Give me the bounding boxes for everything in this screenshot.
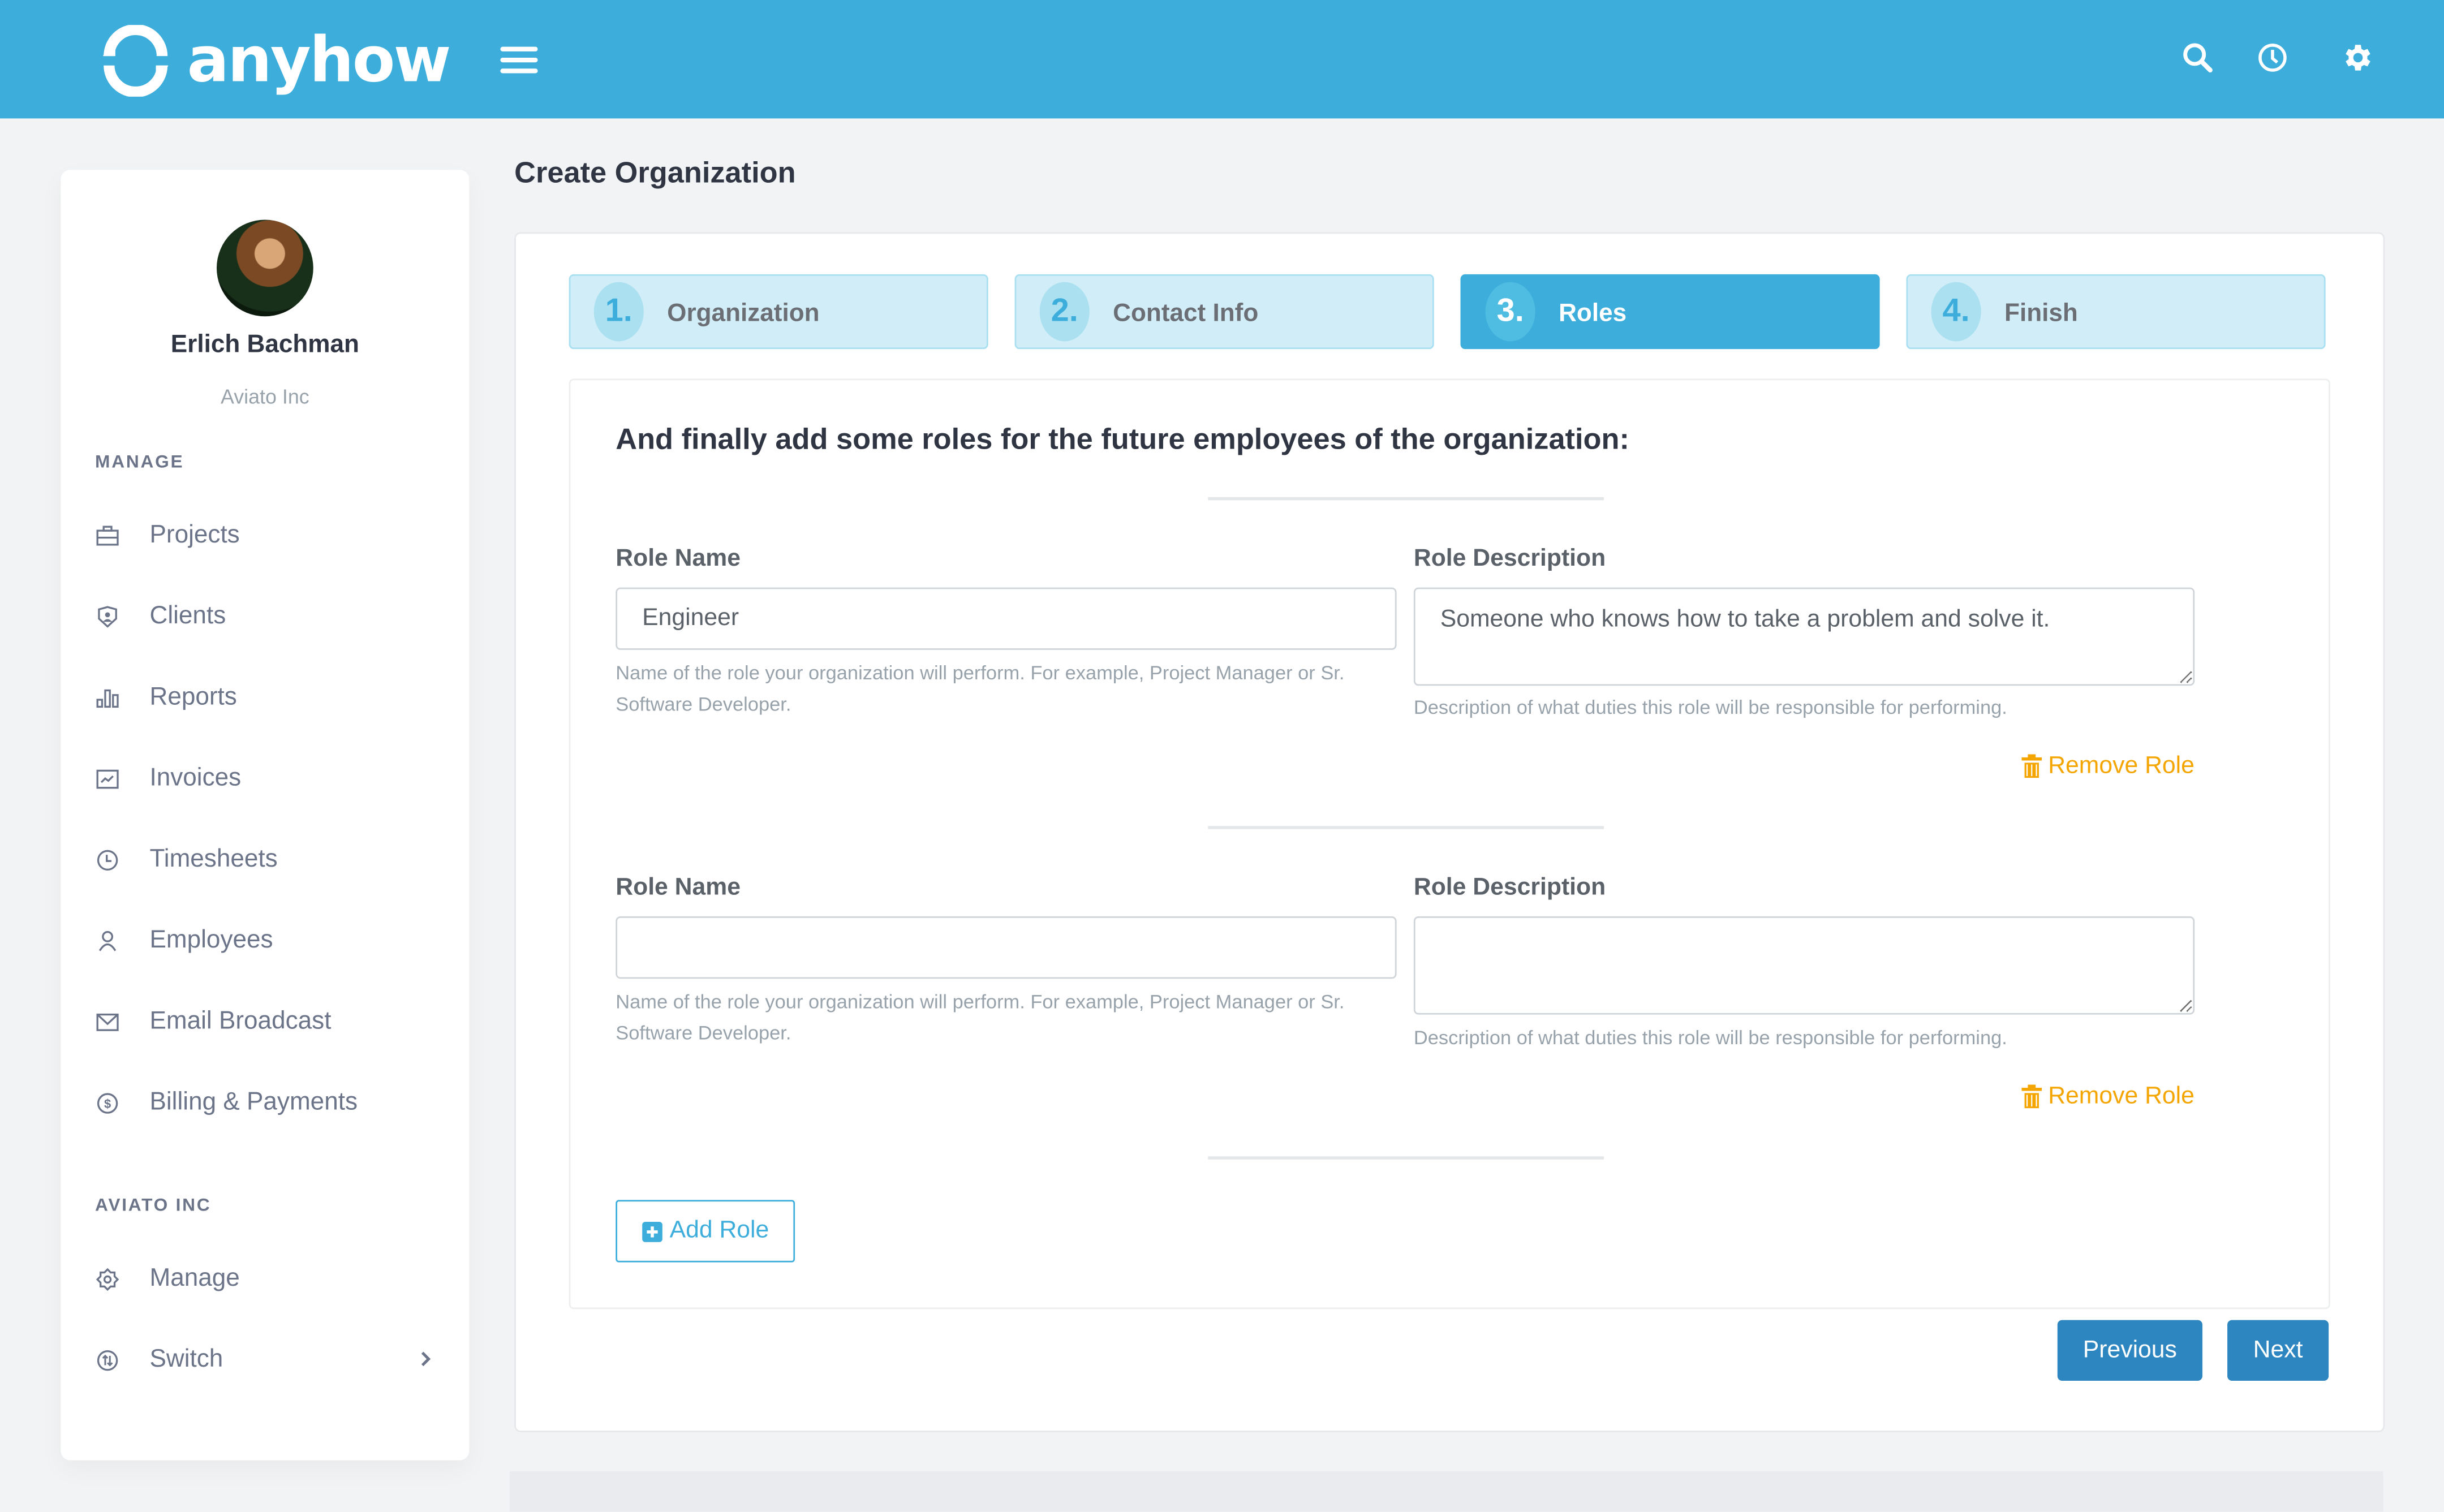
role-name-input[interactable] <box>616 587 1397 650</box>
nav-label: Timesheets <box>149 846 278 873</box>
step-label: Roles <box>1559 300 1627 327</box>
avatar[interactable] <box>216 219 313 317</box>
history-button[interactable] <box>2256 41 2290 75</box>
hamburger-line <box>500 57 538 62</box>
sidebar-item-manage[interactable]: Manage <box>95 1256 438 1303</box>
hamburger-icon <box>500 46 538 51</box>
chevron-right-icon[interactable] <box>413 1346 438 1371</box>
tab-contact-info[interactable]: 2. Contact Info <box>1014 274 1434 350</box>
remove-role-label: Remove Role <box>2048 752 2195 779</box>
tab-roles[interactable]: 3. Roles <box>1460 274 1880 350</box>
role-description-textarea[interactable]: Someone who knows how to take a problem … <box>1413 587 2195 686</box>
nav-label: Invoices <box>149 765 242 792</box>
anyhow-logo-icon <box>102 25 169 97</box>
trend-chart-icon <box>96 769 119 789</box>
roles-intro-heading: And finally add some roles for the futur… <box>616 424 1629 457</box>
nav-label: Employees <box>149 927 273 954</box>
step-number: 2. <box>1039 282 1090 342</box>
footer <box>509 1471 2383 1512</box>
remove-role-button[interactable]: Remove Role <box>2021 753 2195 781</box>
page-title: Create Organization <box>514 157 796 191</box>
section-label-org: AVIATO INC <box>95 1196 212 1216</box>
previous-button[interactable]: Previous <box>2057 1320 2202 1381</box>
add-role-label: Add Role <box>669 1217 769 1244</box>
step-label: Finish <box>2004 300 2078 327</box>
role-description-help: Description of what duties this role wil… <box>1413 1027 2007 1049</box>
role-description-textarea[interactable] <box>1413 916 2195 1015</box>
add-role-button[interactable]: Add Role <box>616 1200 795 1263</box>
nav-label: Clients <box>149 603 226 630</box>
settings-icon <box>96 1268 119 1291</box>
trash-icon <box>2021 1084 2042 1110</box>
mail-icon <box>96 1013 119 1031</box>
sidebar-item-timesheets[interactable]: Timesheets <box>95 837 438 884</box>
clock-icon <box>97 850 118 871</box>
nav-label: Reports <box>149 684 237 711</box>
role-name-input[interactable] <box>616 916 1397 979</box>
nav-label: Billing & Payments <box>149 1089 358 1116</box>
role-description-help: Description of what duties this role wil… <box>1413 696 2007 719</box>
step-label: Contact Info <box>1113 300 1259 327</box>
sidebar: Erlich Bachman Aviato Inc MANAGE Project… <box>61 170 470 1461</box>
role-name-label: Role Name <box>616 545 741 572</box>
nav-label: Projects <box>149 522 240 549</box>
menu-toggle-button[interactable] <box>500 46 538 75</box>
divider <box>1208 497 1604 500</box>
step-number: 4. <box>1931 282 1981 342</box>
sidebar-item-projects[interactable]: Projects <box>95 512 438 559</box>
step-number: 1. <box>593 282 644 342</box>
role-description-label: Role Description <box>1413 874 1606 901</box>
clock-icon <box>2258 44 2287 72</box>
settings-button[interactable] <box>2339 41 2374 75</box>
roles-panel: And finally add some roles for the futur… <box>569 378 2330 1309</box>
nav-label: Manage <box>149 1265 240 1292</box>
tab-organization[interactable]: 1. Organization <box>569 274 988 350</box>
sidebar-item-email-broadcast[interactable]: Email Broadcast <box>95 999 438 1046</box>
search-icon <box>2183 43 2213 73</box>
divider <box>1208 826 1604 829</box>
divider <box>1208 1156 1604 1159</box>
wizard-card: 1. Organization 2. Contact Info 3. Roles… <box>514 232 2385 1432</box>
nav-label: Email Broadcast <box>149 1008 332 1035</box>
brand-name: anyhow <box>187 25 451 97</box>
shield-user-icon <box>98 606 117 628</box>
user-name: Erlich Bachman <box>170 331 359 359</box>
sidebar-item-switch[interactable]: Switch <box>95 1337 438 1384</box>
dollar-icon: $ <box>97 1093 118 1114</box>
plus-square-icon <box>642 1221 662 1242</box>
sidebar-item-invoices[interactable]: Invoices <box>95 756 438 803</box>
user-organization: Aviato Inc <box>221 385 309 408</box>
top-navbar: anyhow <box>0 0 2444 119</box>
trash-icon <box>2021 754 2042 779</box>
sidebar-item-reports[interactable]: Reports <box>95 675 438 722</box>
remove-role-button[interactable]: Remove Role <box>2021 1083 2195 1112</box>
role-name-label: Role Name <box>616 874 741 901</box>
sidebar-item-clients[interactable]: Clients <box>95 594 438 641</box>
tab-finish[interactable]: 4. Finish <box>1906 274 2326 350</box>
role-name-help: Name of the role your organization will … <box>616 662 1345 715</box>
step-number: 3. <box>1485 282 1535 342</box>
next-button[interactable]: Next <box>2227 1320 2329 1381</box>
sidebar-item-billing-payments[interactable]: $ Billing & Payments <box>95 1080 438 1127</box>
nav-label: Switch <box>149 1346 223 1373</box>
role-description-label: Role Description <box>1413 545 1606 572</box>
sidebar-item-employees[interactable]: Employees <box>95 918 438 965</box>
section-label-manage: MANAGE <box>95 453 184 472</box>
step-label: Organization <box>667 300 820 327</box>
hamburger-line <box>500 68 538 73</box>
search-button[interactable] <box>2180 41 2215 75</box>
user-icon <box>98 931 117 951</box>
brand-logo[interactable]: anyhow <box>100 25 451 97</box>
briefcase-icon <box>96 525 119 546</box>
bar-chart-icon <box>96 689 119 708</box>
svg-text:$: $ <box>104 1097 111 1111</box>
role-name-help: Name of the role your organization will … <box>616 991 1345 1044</box>
gear-icon <box>2346 45 2370 71</box>
switch-icon <box>97 1350 118 1371</box>
remove-role-label: Remove Role <box>2048 1083 2195 1110</box>
